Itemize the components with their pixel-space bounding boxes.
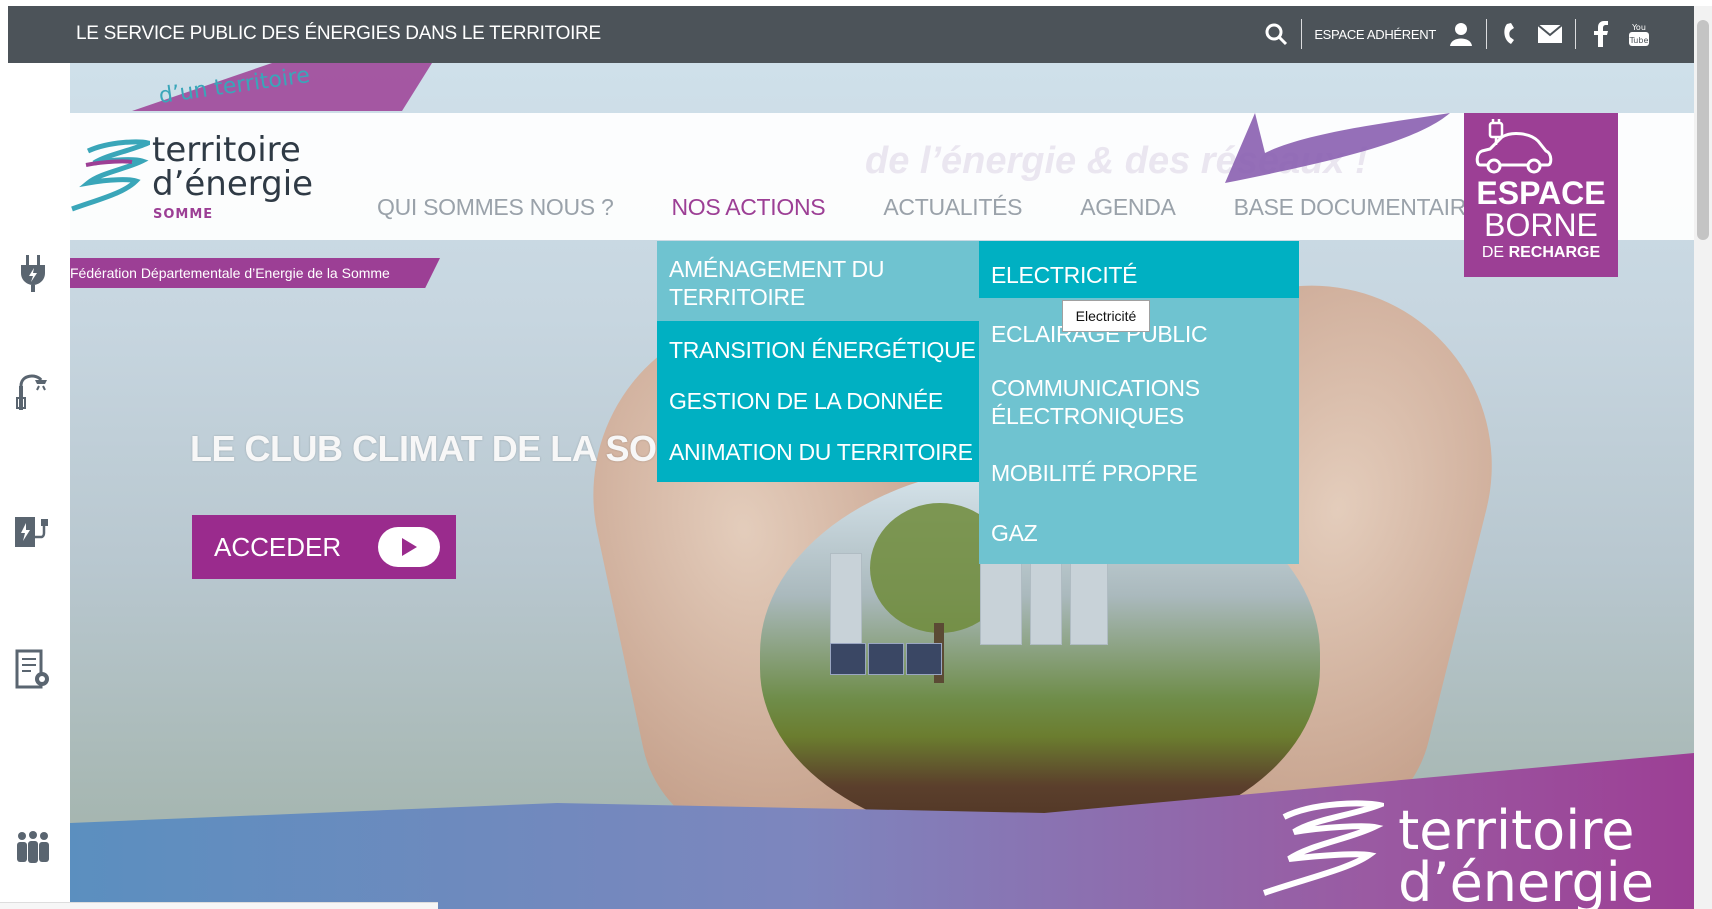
federation-subline: Fédération Départementale d’Energie de l… [70,258,440,288]
submenu-gaz[interactable]: GAZ [991,519,1038,547]
nav-agenda[interactable]: AGENDA [1080,194,1176,221]
page-scrollbar[interactable] [1694,6,1712,909]
submenu-mobilite-propre[interactable]: MOBILITÉ PROPRE [991,459,1198,487]
menu-animation-du-territoire[interactable]: ANIMATION DU TERRITOIRE [669,438,973,466]
nav-qui-sommes-nous[interactable]: QUI SOMMES NOUS ? [377,194,614,221]
top-bar: LE SERVICE PUBLIC DES ÉNERGIES DANS LE T… [8,6,1696,63]
hero-solar-panel [830,643,866,675]
youtube-you: You [1631,23,1646,32]
espace-line-1: ESPACE [1476,175,1606,211]
scrollbar-thumb[interactable] [1697,20,1709,240]
brand-line-1: territoire [1398,799,1635,862]
user-icon[interactable] [1448,21,1474,47]
hero-building [1030,563,1062,645]
nav-actualites[interactable]: ACTUALITÉS [883,194,1022,221]
nos-actions-dropdown: AMÉNAGEMENT DU TERRITOIRE TRANSITION ÉNE… [657,241,979,482]
plug-icon[interactable] [13,253,53,293]
logo-mark-icon [71,139,150,212]
espace-borne-recharge[interactable]: ESPACE BORNE DE RECHARGE [1464,113,1618,277]
hero-solar-panel [868,643,904,675]
hero-title: LE CLUB CLIMAT DE LA SO [190,428,657,469]
left-sidebar [0,63,70,909]
menu-gestion-de-la-donnee[interactable]: GESTION DE LA DONNÉE [669,387,943,415]
nav-base-documentaire[interactable]: BASE DOCUMENTAIRE [1234,194,1482,221]
tooltip: Electricité [1062,300,1150,332]
menu-transition-energetique[interactable]: TRANSITION ÉNERGÉTIQUE [669,336,976,364]
logo-line-2: d’énergie [152,164,314,204]
espace-line-3-prefix: DE [1481,244,1505,261]
search-icon[interactable] [1263,21,1289,47]
espace-line-2: BORNE [1484,207,1598,243]
menu-amenagement-du-territoire[interactable]: AMÉNAGEMENT DU TERRITOIRE [669,255,959,311]
submenu-communications-electroniques[interactable]: COMMUNICATIONS ÉLECTRONIQUES [991,374,1281,430]
site-logo[interactable]: territoire d’énergie SOMME [70,125,320,225]
youtube-tube: Tube [1629,36,1649,45]
logo-somme: SOMME [153,207,214,222]
brand-wordmark-large: territoire d’énergie [1398,799,1654,909]
streetlight-icon[interactable] [13,371,53,411]
play-icon [378,527,440,567]
hero-solar-panel [906,643,942,675]
federation-text: Fédération Départementale d’Energie de l… [70,265,390,281]
amenagement-submenu: ELECTRICITÉ ECLAIRAGE PUBLIC COMMUNICATI… [979,241,1299,564]
espace-line-3: DE RECHARGE [1464,244,1618,262]
tagline: LE SERVICE PUBLIC DES ÉNERGIES DANS LE T… [76,23,601,44]
member-area-link[interactable]: ESPACE ADHÉRENT [1314,27,1436,42]
header-swoosh: d’un territoire [132,63,432,111]
acceder-label: ACCEDER [214,531,342,562]
document-settings-icon[interactable] [13,649,53,690]
acceder-button[interactable]: ACCEDER [192,515,456,579]
header-swoosh-right [1225,113,1450,183]
logo-wordmark: territoire d’énergie [152,133,313,201]
charging-station-icon[interactable] [13,511,53,551]
mail-icon[interactable] [1537,21,1563,47]
top-actions: ESPACE ADHÉRENT You Tube [1263,16,1652,52]
brand-line-2: d’énergie [1398,851,1654,909]
separator [1575,19,1576,49]
separator [1486,19,1487,49]
brand-logo-large [1254,797,1390,901]
submenu-electricite[interactable]: ELECTRICITÉ [991,261,1138,289]
people-icon[interactable] [13,828,53,868]
phone-icon[interactable] [1499,21,1525,47]
espace-line-3-strong: RECHARGE [1508,244,1601,261]
ev-car-icon [1475,119,1553,174]
main-nav: QUI SOMMES NOUS ? NOS ACTIONS ACTUALITÉS… [377,194,1539,221]
separator [1301,19,1303,49]
facebook-icon[interactable] [1588,21,1614,47]
logo-line-1: territoire [152,130,301,170]
youtube-icon[interactable]: You Tube [1626,21,1652,47]
nav-nos-actions[interactable]: NOS ACTIONS [671,194,825,221]
status-bar [0,902,438,909]
hero-building [830,553,862,645]
